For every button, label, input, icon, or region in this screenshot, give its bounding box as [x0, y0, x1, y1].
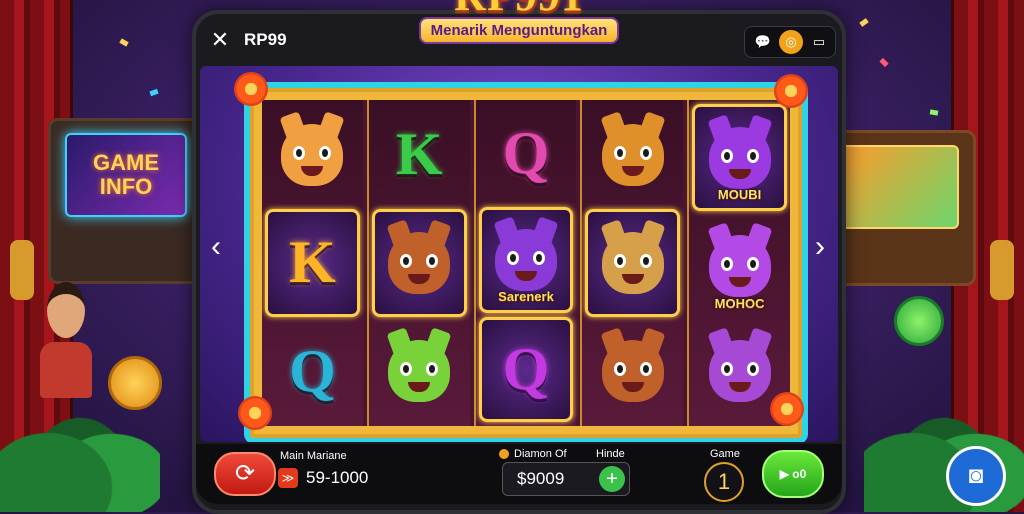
coin-icon[interactable]: ◎: [779, 30, 803, 54]
camera-icon: ◙: [968, 462, 984, 489]
reel-symbol: MOHOC: [692, 215, 787, 316]
wallet-icon[interactable]: ▭: [807, 30, 831, 54]
reel-grid: K Q K Q Sarenerk Q MOUBI MOHOC: [262, 100, 790, 426]
chevron-left-icon[interactable]: ‹: [204, 230, 228, 264]
reel-column: KQ: [262, 100, 363, 426]
character-icon: [388, 231, 451, 294]
round-value: 1: [704, 462, 744, 502]
reel-symbol: Q: [479, 104, 574, 203]
confetti: [149, 88, 159, 97]
refresh-icon: ⟳: [234, 460, 256, 487]
symbol-letter: K: [395, 121, 443, 188]
reel-column: [580, 100, 684, 426]
plant-decoration: [0, 392, 160, 512]
character-icon: [708, 126, 771, 189]
curtain-tieback: [990, 240, 1014, 300]
app-title: RP99: [244, 30, 287, 49]
gold-coin-icon: [108, 356, 162, 410]
reel-column: Q Sarenerk Q: [473, 100, 577, 426]
phone-frame: ✕ RP99 💬 ◎ ▭ KQKQSarenerkQMOUBIMOHOC RP9…: [192, 0, 846, 514]
character-icon: [494, 228, 557, 291]
reel-symbol: [585, 321, 680, 422]
reel-symbol: MOUBI: [692, 104, 787, 212]
reel-symbol: [371, 209, 467, 317]
symbol-letter: Q: [502, 335, 550, 402]
round-label: Game: [710, 448, 740, 460]
game-area: K Q K Q Sarenerk Q MOUBI MOHOC: [200, 66, 838, 442]
symbol-label: Sarenerk: [498, 288, 554, 304]
symbol-letter: Q: [502, 120, 550, 187]
character-icon: [601, 231, 664, 294]
reel-column: K: [366, 100, 470, 426]
reel-symbol: Sarenerk: [478, 207, 574, 313]
character-icon: [281, 123, 344, 186]
flower-decoration: [774, 74, 808, 108]
left-arcade-machine: GAME INFO: [48, 118, 204, 284]
top-tools: 💬 ◎ ▭: [744, 26, 836, 58]
reel-symbol: [372, 321, 467, 422]
balance-value: 59-1000: [306, 468, 369, 487]
balance-label: Main Mariane: [280, 450, 347, 462]
camera-button[interactable]: ◙: [946, 446, 1006, 506]
logo-subtitle: Menarik Menguntungkan: [418, 17, 620, 44]
increase-bet-button[interactable]: +: [599, 466, 625, 492]
green-coin-icon: [894, 296, 944, 346]
bet-label: Diamon Of: [514, 448, 567, 460]
bet-coin-icon: [499, 449, 509, 459]
confetti: [879, 57, 889, 68]
confetti: [929, 109, 939, 116]
control-bar: ⟳ Main Mariane ≫ 59-1000 Diamon Of Hinde…: [196, 444, 842, 504]
confetti: [859, 18, 869, 27]
symbol-label: MOUBI: [717, 187, 762, 203]
character-icon: [708, 234, 771, 297]
chat-icon[interactable]: 💬: [751, 30, 775, 54]
close-icon[interactable]: ✕: [206, 26, 234, 54]
flower-decoration: [770, 392, 804, 426]
reel-symbol: K: [372, 104, 467, 205]
balance-icon: ≫: [278, 468, 298, 488]
flower-decoration: [234, 72, 268, 106]
character-icon: [601, 123, 664, 186]
game-logo: RP991 Menarik Menguntungkan: [399, 0, 639, 74]
reel-symbol: Q: [478, 316, 574, 422]
reel-symbol: [585, 209, 681, 317]
arcade-sign: GAME INFO: [93, 150, 159, 199]
symbol-letter: K: [289, 229, 336, 296]
chevron-right-icon[interactable]: ›: [808, 230, 832, 264]
refresh-button[interactable]: ⟳: [214, 452, 276, 496]
symbol-label: MOHOC: [714, 295, 765, 311]
spectator-figure: [40, 282, 92, 398]
reel-column: MOUBI MOHOC: [687, 100, 790, 426]
curtain-tieback: [10, 240, 34, 300]
reel-symbol: K: [265, 209, 360, 317]
bet-amount-field[interactable]: $9009 +: [502, 462, 630, 496]
character-icon: [708, 340, 771, 403]
reel-symbol: [585, 104, 680, 205]
reel-symbol: Q: [265, 321, 360, 422]
arcade-screen: [837, 145, 959, 229]
reel-frame: K Q K Q Sarenerk Q MOUBI MOHOC: [244, 82, 808, 442]
arcade-screen: GAME INFO: [65, 133, 187, 217]
reel-symbol: [265, 104, 360, 205]
flower-decoration: [238, 396, 272, 430]
spin-button[interactable]: ▶ o0: [762, 450, 824, 498]
character-icon: [388, 340, 451, 403]
character-icon: [601, 340, 664, 403]
confetti: [119, 38, 129, 47]
bet-limit-label: Hinde: [596, 448, 625, 460]
symbol-letter: Q: [289, 337, 336, 404]
bet-value: $9009: [517, 469, 565, 488]
